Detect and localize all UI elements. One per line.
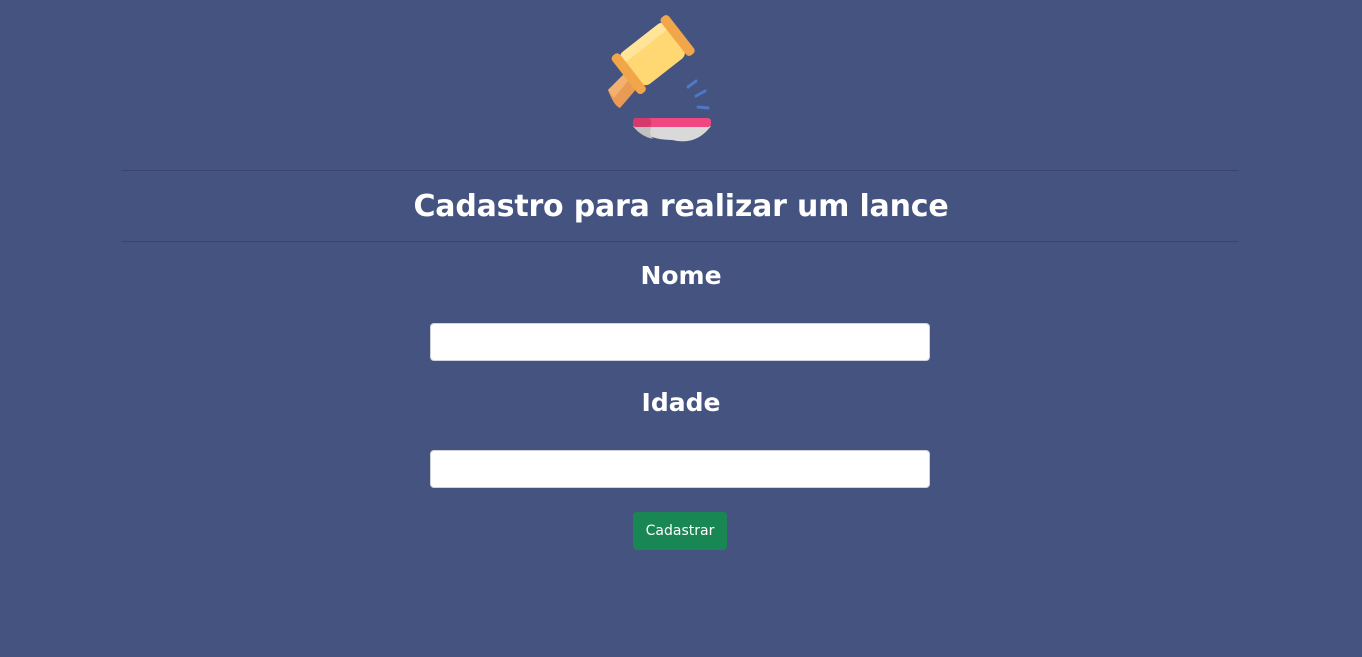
cadastrar-button[interactable]: Cadastrar	[633, 512, 727, 550]
nome-label: Nome	[640, 261, 722, 290]
title-divider-bottom	[122, 241, 1238, 242]
nome-input[interactable]	[430, 323, 930, 361]
idade-input[interactable]	[430, 450, 930, 488]
title-divider-top	[122, 170, 1238, 171]
page-title: Cadastro para realizar um lance	[413, 189, 949, 224]
auction-gavel-icon	[604, 10, 718, 144]
idade-label: Idade	[641, 388, 721, 417]
